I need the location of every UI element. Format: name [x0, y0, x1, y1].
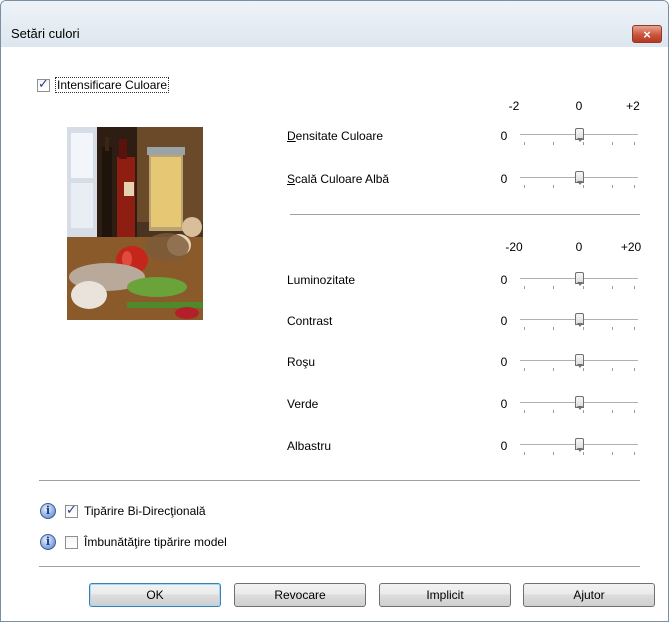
- scale-top-max: +2: [626, 99, 640, 113]
- white-scale-label: Scală Culoare Albă: [287, 172, 390, 186]
- green-value: 0: [500, 397, 508, 411]
- density-slider[interactable]: [520, 128, 638, 146]
- slider-thumb[interactable]: [574, 272, 584, 286]
- slider-tick: [634, 410, 635, 413]
- slider-tick: [634, 142, 635, 145]
- slider-tick: [612, 410, 613, 413]
- slider-tick: [553, 452, 554, 455]
- info-icon[interactable]: i: [40, 534, 56, 550]
- slider-tick: [583, 452, 584, 455]
- title-bar: Setări culori ×: [1, 1, 668, 47]
- cancel-button[interactable]: Revocare: [234, 583, 366, 607]
- density-label: Densitate Culoare: [287, 129, 384, 143]
- red-slider[interactable]: [520, 354, 638, 372]
- blue-label-text: Albastru: [287, 439, 332, 453]
- brightness-label: Luminozitate: [287, 273, 355, 287]
- slider-tick: [612, 452, 613, 455]
- blue-value: 0: [500, 439, 508, 453]
- white-scale-value: 0: [500, 172, 508, 186]
- brightness-slider[interactable]: [520, 272, 638, 290]
- color-enhance-checkbox[interactable]: [37, 77, 50, 92]
- slider-tick: [612, 286, 613, 289]
- scale-bottom-max: +20: [620, 240, 642, 254]
- separator-options: [39, 480, 640, 482]
- slider-tick: [583, 185, 584, 188]
- slider-tick: [524, 327, 525, 330]
- slider-tick: [612, 368, 613, 371]
- slider-tick: [524, 410, 525, 413]
- green-label-text: Verde: [287, 397, 319, 411]
- slider-thumb[interactable]: [574, 313, 584, 327]
- slider-tick: [612, 142, 613, 145]
- slider-tick: [553, 142, 554, 145]
- dialog-body: Intensificare Culoare: [9, 47, 660, 621]
- density-label-text: ensitate Culoare: [295, 129, 384, 143]
- slider-tick: [634, 327, 635, 330]
- white-scale-slider[interactable]: [520, 171, 638, 189]
- pattern-improve-checkbox[interactable]: [65, 536, 78, 549]
- slider-tick: [583, 327, 584, 330]
- slider-tick: [553, 185, 554, 188]
- bidirectional-label[interactable]: Tipărire Bi-Direcţională: [84, 504, 206, 518]
- white-scale-label-text: cală Culoare Albă: [295, 172, 390, 186]
- slider-tick: [634, 185, 635, 188]
- slider-thumb[interactable]: [574, 438, 584, 452]
- red-label-text: Roşu: [287, 355, 316, 369]
- red-label: Roşu: [287, 355, 315, 369]
- slider-tick: [583, 286, 584, 289]
- pattern-improve-label[interactable]: Îmbunătăţire tipărire model: [84, 535, 227, 549]
- brightness-value: 0: [500, 273, 508, 287]
- separator-sliders: [290, 214, 640, 216]
- slider-tick: [553, 368, 554, 371]
- ok-button[interactable]: OK: [89, 583, 221, 607]
- separator-buttons: [39, 566, 640, 568]
- preview-photo: [67, 127, 203, 320]
- contrast-slider[interactable]: [520, 313, 638, 331]
- slider-tick: [524, 185, 525, 188]
- scale-bottom-mid: 0: [575, 240, 583, 254]
- slider-tick: [524, 286, 525, 289]
- blue-slider[interactable]: [520, 438, 638, 456]
- slider-tick: [524, 368, 525, 371]
- slider-thumb[interactable]: [574, 171, 584, 185]
- red-value: 0: [500, 355, 508, 369]
- density-value: 0: [500, 129, 508, 143]
- contrast-label: Contrast: [287, 314, 332, 328]
- bidirectional-checkbox[interactable]: [65, 503, 78, 518]
- scale-bottom-min: -20: [505, 240, 523, 254]
- contrast-value: 0: [500, 314, 508, 328]
- slider-tick: [612, 185, 613, 188]
- close-button[interactable]: ×: [632, 25, 662, 43]
- slider-thumb[interactable]: [574, 354, 584, 368]
- slider-tick: [583, 142, 584, 145]
- brightness-label-text: Luminozitate: [287, 273, 356, 287]
- slider-thumb[interactable]: [574, 396, 584, 410]
- slider-thumb[interactable]: [574, 128, 584, 142]
- slider-tick: [553, 286, 554, 289]
- slider-tick: [634, 286, 635, 289]
- scale-top-mid: 0: [575, 99, 583, 113]
- contrast-label-text: Contrast: [287, 314, 333, 328]
- slider-tick: [524, 142, 525, 145]
- slider-tick: [634, 368, 635, 371]
- help-button[interactable]: Ajutor: [523, 583, 655, 607]
- color-enhance-label[interactable]: Intensificare Culoare: [55, 77, 170, 93]
- green-label: Verde: [287, 397, 318, 411]
- slider-tick: [583, 368, 584, 371]
- color-settings-dialog: Setări culori × Intensificare Culoare: [0, 0, 669, 622]
- slider-tick: [524, 452, 525, 455]
- scale-top-min: -2: [508, 99, 520, 113]
- slider-tick: [612, 327, 613, 330]
- blue-label: Albastru: [287, 439, 331, 453]
- close-icon: ×: [643, 27, 651, 42]
- info-icon[interactable]: i: [40, 503, 56, 519]
- preview-image: [67, 127, 203, 320]
- green-slider[interactable]: [520, 396, 638, 414]
- slider-tick: [634, 452, 635, 455]
- slider-tick: [553, 327, 554, 330]
- slider-tick: [553, 410, 554, 413]
- window-title: Setări culori: [11, 26, 80, 41]
- slider-tick: [583, 410, 584, 413]
- default-button[interactable]: Implicit: [379, 583, 511, 607]
